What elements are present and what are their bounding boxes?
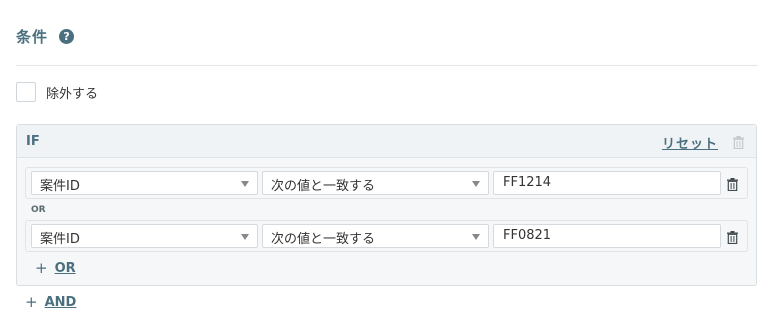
operator-select-value: 次の値と一致する [271,179,376,194]
if-label: IF [26,134,40,149]
exclude-checkbox[interactable] [16,82,36,102]
condition-row: 案件ID 次の値と一致する FF1214 [25,167,748,199]
add-and-button[interactable]: + AND [25,293,76,311]
divider [16,65,758,66]
caret-down-icon [241,181,249,187]
field-select-value: 案件ID [40,232,80,247]
section-title: 条件 [16,28,49,46]
reset-link[interactable]: リセット [662,133,718,152]
operator-select[interactable]: 次の値と一致する [262,224,489,248]
help-icon[interactable]: ? [59,29,75,44]
value-input[interactable]: FF1214 [493,171,721,195]
if-header: IF リセット [17,125,756,158]
value-input[interactable]: FF0821 [493,224,721,248]
caret-down-icon [241,234,249,240]
operator-select-value: 次の値と一致する [271,232,376,247]
if-condition-block: IF リセット 案件ID 次の値と一致する FF1214 OR 案件ID 次の値… [16,124,757,286]
field-select[interactable]: 案件ID [31,171,258,195]
add-or-button[interactable]: + OR [35,259,76,277]
exclude-label: 除外する [46,86,99,102]
operator-select[interactable]: 次の値と一致する [262,171,489,195]
plus-icon: + [35,259,48,277]
trash-icon[interactable] [727,176,738,195]
condition-row: 案件ID 次の値と一致する FF0821 [25,220,748,252]
field-select[interactable]: 案件ID [31,224,258,248]
field-select-value: 案件ID [40,179,80,194]
trash-icon[interactable] [733,134,744,153]
caret-down-icon [472,181,480,187]
exclude-row: 除外する [16,82,98,102]
or-separator: OR [31,205,46,215]
plus-icon: + [25,293,38,311]
caret-down-icon [472,234,480,240]
add-or-label: OR [54,260,76,276]
trash-icon[interactable] [727,229,738,248]
add-and-label: AND [44,294,77,310]
section-header: 条件 ? [16,26,75,47]
